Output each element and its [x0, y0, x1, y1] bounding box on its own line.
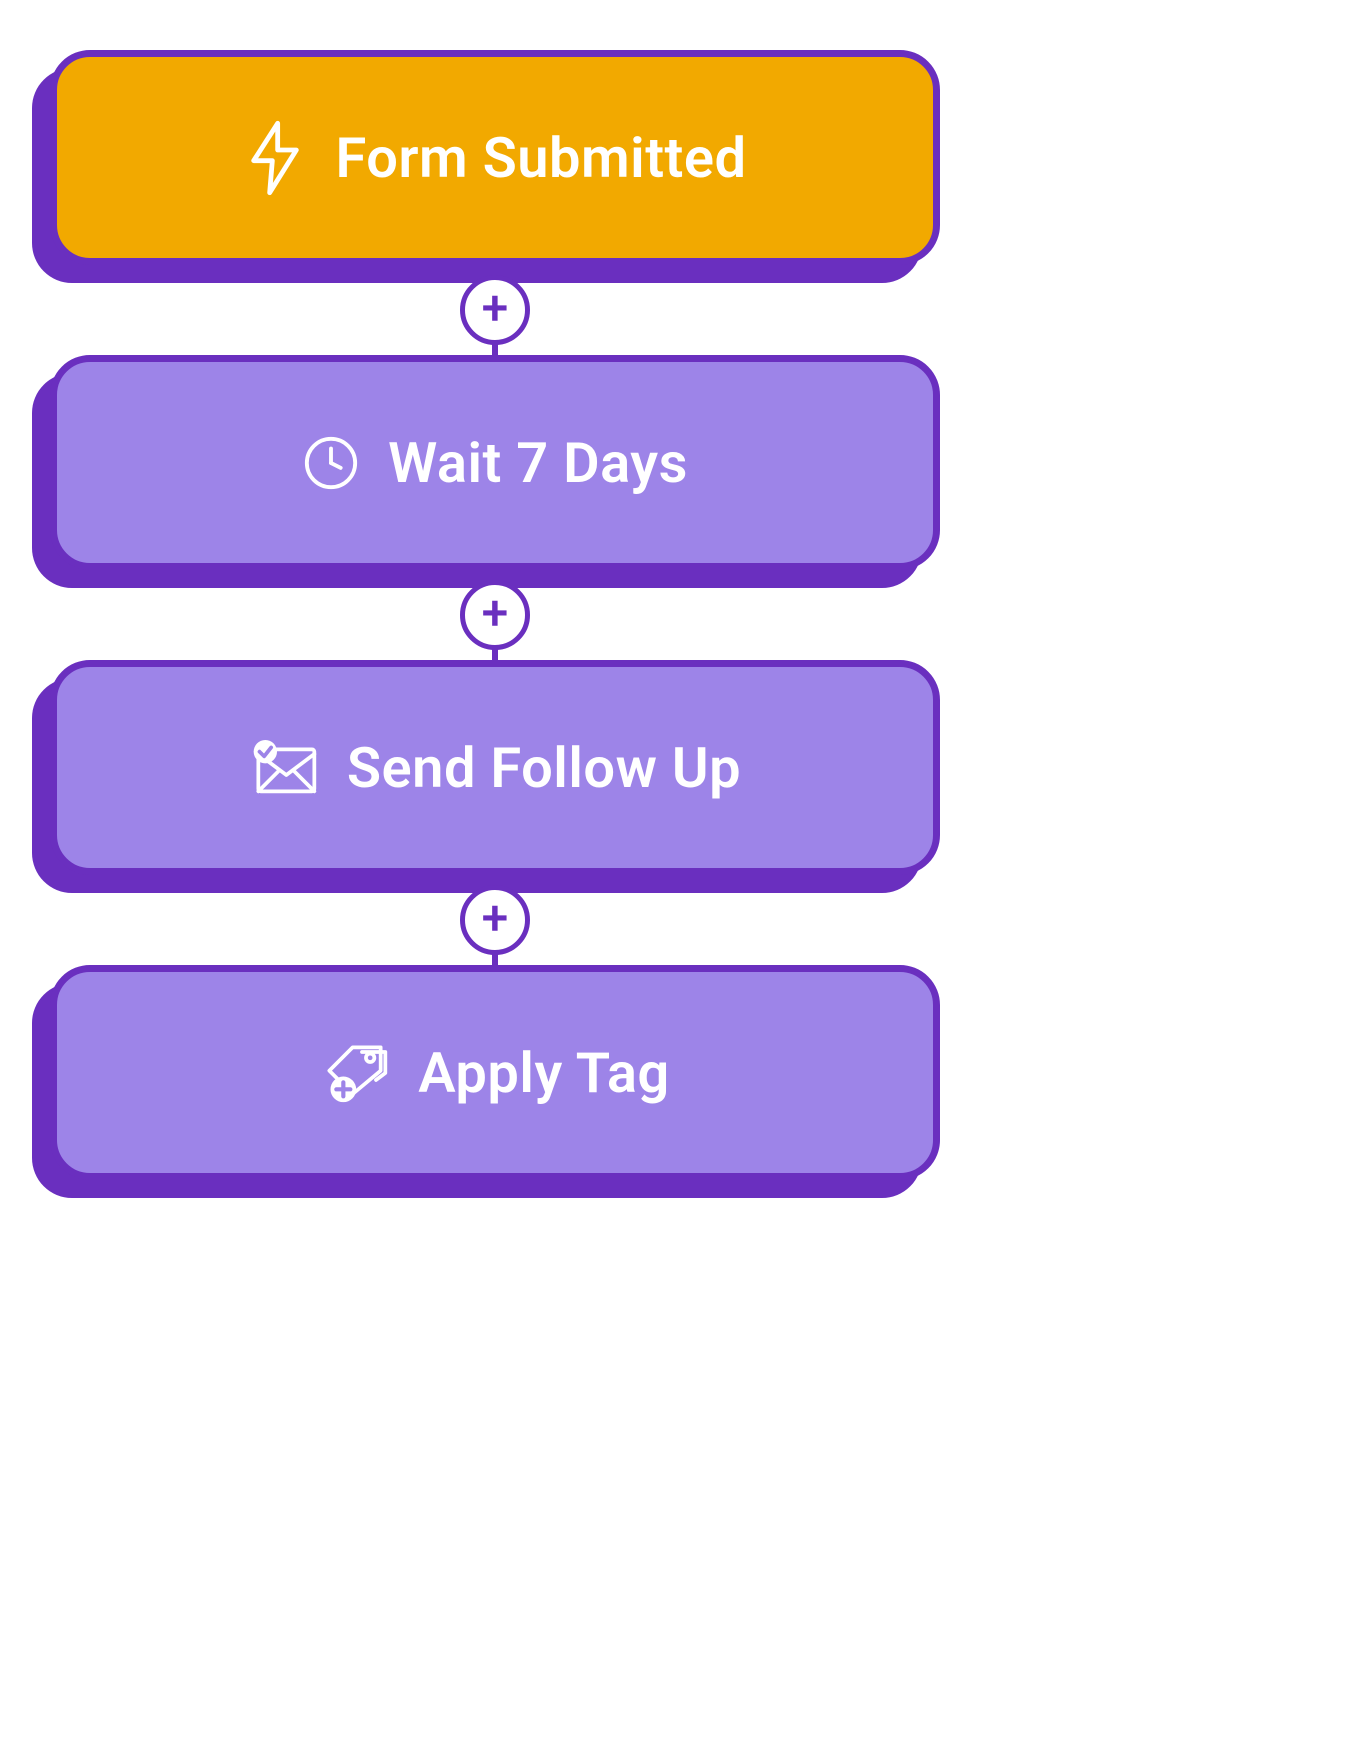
connector: + [492, 570, 498, 660]
node-label: Apply Tag [418, 1040, 670, 1106]
plus-icon: + [482, 894, 509, 942]
node-label: Form Submitted [335, 125, 746, 191]
add-step-button[interactable]: + [460, 580, 530, 650]
tag-plus-icon [320, 1042, 390, 1104]
plus-icon: + [482, 284, 509, 332]
node-apply-tag[interactable]: Apply Tag [50, 965, 940, 1180]
mail-check-icon [249, 739, 319, 797]
connector: + [492, 265, 498, 355]
clock-icon [302, 434, 360, 492]
connector: + [492, 875, 498, 965]
node-label: Wait 7 Days [388, 430, 688, 496]
node-label: Send Follow Up [347, 735, 741, 801]
node-wait-7-days[interactable]: Wait 7 Days [50, 355, 940, 570]
automation-flow: Form Submitted + Wait 7 Days + [50, 50, 940, 1180]
node-form-submitted[interactable]: Form Submitted [50, 50, 940, 265]
add-step-button[interactable]: + [460, 275, 530, 345]
lightning-icon [243, 118, 307, 198]
plus-icon: + [482, 589, 509, 637]
add-step-button[interactable]: + [460, 885, 530, 955]
node-send-follow-up[interactable]: Send Follow Up [50, 660, 940, 875]
